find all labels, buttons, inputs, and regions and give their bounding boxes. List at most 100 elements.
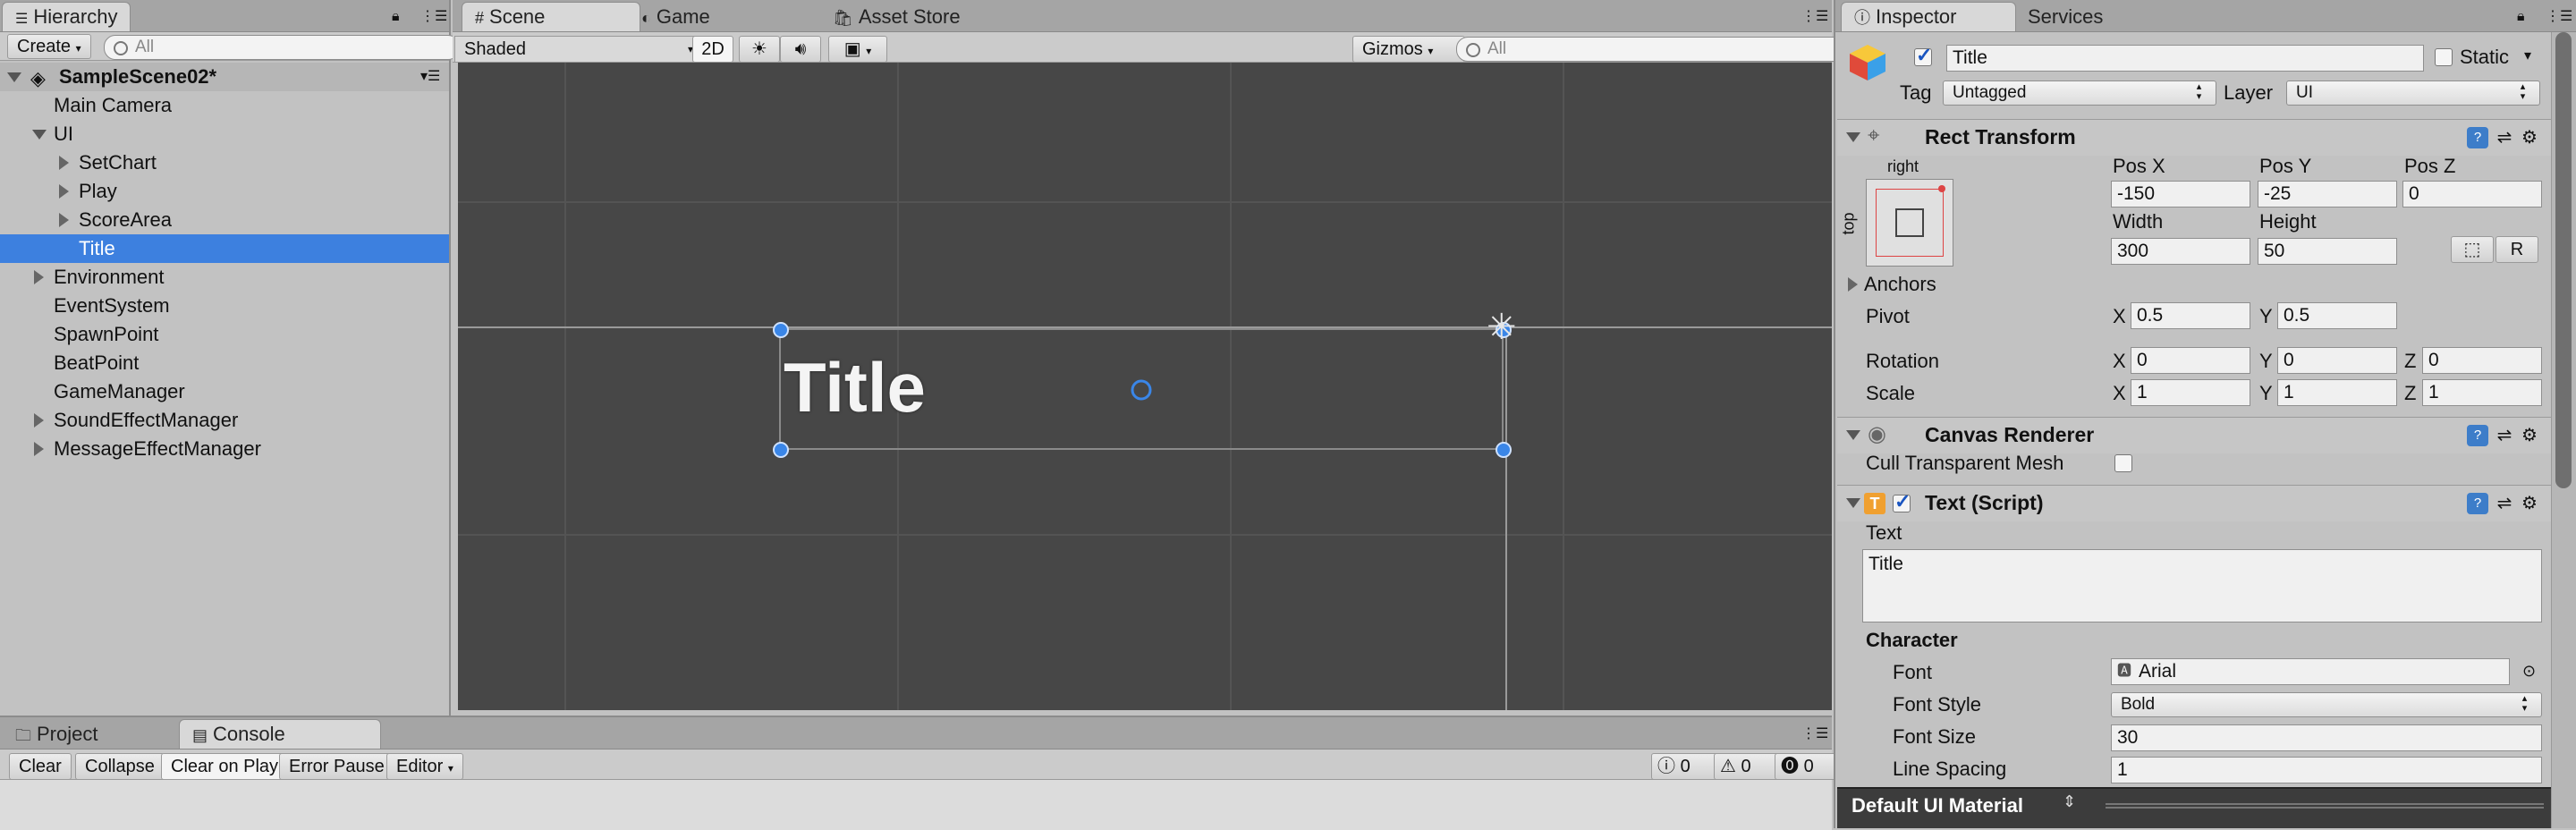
tab-inspector[interactable]: ⓘ Inspector bbox=[1841, 2, 2016, 31]
editor-dropdown[interactable]: Editor ▾ bbox=[386, 753, 463, 780]
tab-hierarchy[interactable]: ☰ Hierarchy bbox=[2, 2, 131, 31]
error-count-toggle[interactable]: ⓿ 0 bbox=[1775, 753, 1843, 780]
clear-on-play-toggle[interactable]: Clear on Play bbox=[161, 753, 289, 780]
tag-dropdown[interactable]: Untagged bbox=[1943, 80, 2216, 106]
list-item[interactable]: GameManager bbox=[0, 377, 449, 406]
height-field[interactable]: 50 bbox=[2258, 238, 2397, 265]
text-value-textarea[interactable]: Title bbox=[1862, 549, 2542, 622]
panel-menu-icon[interactable]: ⋮☰ bbox=[1801, 7, 1828, 25]
rotation-x-field[interactable]: 0 bbox=[2131, 347, 2250, 374]
object-picker-icon[interactable]: ⊙ bbox=[2522, 662, 2536, 681]
layer-dropdown[interactable]: UI bbox=[2286, 80, 2540, 106]
chevron-down-icon[interactable]: ▾ bbox=[2524, 47, 2531, 64]
scene-search-input[interactable]: All bbox=[1456, 37, 1853, 62]
list-item[interactable]: BeatPoint bbox=[0, 349, 449, 377]
gear-icon[interactable]: ⚙ bbox=[2519, 425, 2540, 446]
font-size-field[interactable]: 30 bbox=[2111, 724, 2542, 751]
pivot-x-field[interactable]: 0.5 bbox=[2131, 302, 2250, 329]
scene-header-row[interactable]: ◈ SampleScene02* ▾☰ bbox=[0, 63, 449, 91]
tab-scene[interactable]: # Scene bbox=[462, 2, 640, 31]
material-bar[interactable]: Default UI Material ⇕ bbox=[1837, 787, 2551, 828]
rect-handle[interactable] bbox=[773, 442, 789, 458]
preset-icon[interactable]: ⇌ bbox=[2494, 493, 2515, 514]
anchor-icon[interactable]: ✳ bbox=[1487, 309, 1517, 345]
text-enabled-checkbox[interactable] bbox=[1893, 490, 1911, 513]
collapse-arrow-icon[interactable] bbox=[34, 413, 44, 428]
list-item[interactable]: EventSystem bbox=[0, 292, 449, 320]
lock-icon[interactable]: 🔒︎ bbox=[392, 9, 400, 25]
help-book-icon[interactable]: ? bbox=[2467, 127, 2488, 148]
create-dropdown[interactable]: Create ▾ bbox=[7, 34, 91, 59]
lock-icon[interactable]: 🔒︎ bbox=[2517, 9, 2525, 25]
collapse-arrow-icon[interactable] bbox=[59, 156, 69, 170]
expand-arrow-icon[interactable] bbox=[7, 72, 21, 82]
rect-handle[interactable] bbox=[1496, 442, 1512, 458]
pos-y-field[interactable]: -25 bbox=[2258, 181, 2397, 208]
list-item[interactable]: UI bbox=[0, 120, 449, 148]
static-checkbox[interactable] bbox=[2435, 48, 2453, 66]
hierarchy-search-input[interactable]: All bbox=[104, 35, 460, 60]
lighting-toggle[interactable]: ☀ bbox=[739, 36, 780, 63]
collapse-toggle[interactable]: Collapse bbox=[75, 753, 165, 780]
list-item[interactable]: ScoreArea bbox=[0, 206, 449, 234]
list-item-selected[interactable]: Title bbox=[0, 234, 449, 263]
gear-icon[interactable]: ⚙ bbox=[2519, 127, 2540, 148]
expand-arrow-icon[interactable] bbox=[1846, 430, 1860, 440]
rotation-y-field[interactable]: 0 bbox=[2277, 347, 2397, 374]
tab-asset-store[interactable]: 🛍︎ Asset Store bbox=[819, 2, 1025, 31]
clear-button[interactable]: Clear bbox=[9, 753, 72, 780]
list-item[interactable]: MessageEffectManager bbox=[0, 435, 449, 463]
console-log-area[interactable] bbox=[0, 780, 1832, 830]
gizmos-dropdown[interactable]: Gizmos ▾ bbox=[1352, 36, 1465, 63]
collapse-arrow-icon[interactable] bbox=[34, 442, 44, 456]
list-item[interactable]: Play bbox=[0, 177, 449, 206]
scene-viewport[interactable]: ✳ Title bbox=[458, 63, 1832, 710]
list-item[interactable]: SpawnPoint bbox=[0, 320, 449, 349]
active-checkbox[interactable] bbox=[1914, 44, 1932, 67]
scrollbar-thumb[interactable] bbox=[2555, 32, 2572, 488]
rect-handle[interactable] bbox=[773, 322, 789, 338]
tab-services[interactable]: Services bbox=[2014, 2, 2166, 31]
effects-dropdown[interactable]: ▣ ▾ bbox=[828, 36, 887, 63]
width-field[interactable]: 300 bbox=[2111, 238, 2250, 265]
panel-menu-icon[interactable]: ⋮☰ bbox=[420, 7, 447, 25]
object-name-input[interactable]: Title bbox=[1946, 45, 2424, 72]
rotation-z-field[interactable]: 0 bbox=[2422, 347, 2542, 374]
pos-z-field[interactable]: 0 bbox=[2402, 181, 2542, 208]
list-item[interactable]: SetChart bbox=[0, 148, 449, 177]
collapse-arrow-icon[interactable] bbox=[1848, 277, 1858, 292]
tab-console[interactable]: ▤ Console bbox=[179, 719, 381, 749]
anchor-preset-button[interactable] bbox=[1866, 179, 1953, 267]
expand-arrow-icon[interactable] bbox=[32, 130, 47, 140]
list-item[interactable]: Main Camera bbox=[0, 91, 449, 120]
panel-menu-icon[interactable]: ⋮☰ bbox=[2546, 7, 2572, 25]
font-style-dropdown[interactable]: Bold bbox=[2111, 692, 2542, 717]
raw-edit-button[interactable]: R bbox=[2496, 236, 2538, 263]
tab-project[interactable]: 🗀 Project bbox=[2, 719, 190, 749]
warning-count-toggle[interactable]: ⚠ 0 bbox=[1714, 753, 1782, 780]
collapse-arrow-icon[interactable] bbox=[59, 213, 69, 227]
info-count-toggle[interactable]: ⓘ 0 bbox=[1651, 753, 1719, 780]
collapse-arrow-icon[interactable] bbox=[34, 270, 44, 284]
canvas-renderer-header[interactable]: ◉ Canvas Renderer ? ⇌ ⚙ bbox=[1837, 417, 2551, 453]
font-field[interactable]: 🅰︎ Arial bbox=[2111, 658, 2510, 685]
pivot-y-field[interactable]: 0.5 bbox=[2277, 302, 2397, 329]
list-item[interactable]: SoundEffectManager bbox=[0, 406, 449, 435]
scale-z-field[interactable]: 1 bbox=[2422, 379, 2542, 406]
splitter-handle[interactable] bbox=[2106, 803, 2544, 809]
scene-title-text[interactable]: Title bbox=[784, 347, 926, 428]
panel-menu-icon[interactable]: ⋮☰ bbox=[1801, 724, 1828, 742]
cull-transparent-mesh-checkbox[interactable] bbox=[2114, 454, 2132, 472]
line-spacing-field[interactable]: 1 bbox=[2111, 757, 2542, 783]
scale-y-field[interactable]: 1 bbox=[2277, 379, 2397, 406]
rect-transform-header[interactable]: ⌖ Rect Transform ? ⇌ ⚙ bbox=[1837, 119, 2551, 156]
help-book-icon[interactable]: ? bbox=[2467, 425, 2488, 446]
mode-2d-toggle[interactable]: 2D bbox=[692, 36, 733, 63]
shading-mode-dropdown[interactable]: Shaded ▾ bbox=[454, 36, 699, 63]
inspector-scrollbar[interactable] bbox=[2551, 32, 2576, 828]
list-item[interactable]: Environment bbox=[0, 263, 449, 292]
anchors-foldout[interactable]: Anchors bbox=[1844, 272, 2202, 297]
tab-game[interactable]: ◐ Game bbox=[628, 2, 816, 31]
audio-toggle[interactable]: 🔊︎ bbox=[780, 36, 821, 63]
preset-icon[interactable]: ⇌ bbox=[2494, 425, 2515, 446]
